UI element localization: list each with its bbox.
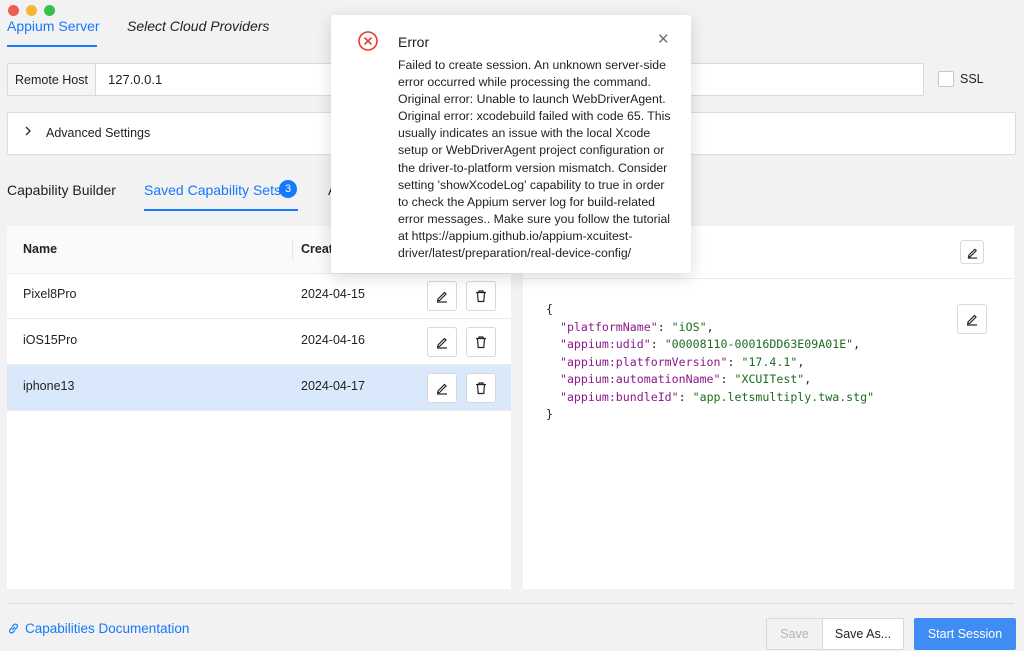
column-divider xyxy=(292,240,293,260)
remote-host-input[interactable]: 127.0.0.1 xyxy=(108,64,162,95)
json-value: "00008110-00016DD63E09A01E" xyxy=(664,337,854,351)
close-icon[interactable]: ✕ xyxy=(657,30,670,48)
window-close-button[interactable] xyxy=(8,5,19,16)
json-comma: , xyxy=(804,372,812,386)
row-name: iOS15Pro xyxy=(23,333,78,347)
tab-appium-server[interactable]: Appium Server xyxy=(7,18,100,34)
delete-icon xyxy=(476,336,486,349)
edit-icon xyxy=(436,337,447,349)
save-button[interactable]: Save xyxy=(766,618,823,650)
ssl-checkbox[interactable] xyxy=(938,71,954,87)
row-created: 2024-04-16 xyxy=(301,333,365,347)
capability-json: { "platformName": "iOS", "appium:udid": … xyxy=(546,302,875,421)
save-as-button[interactable]: Save As... xyxy=(822,618,904,650)
row-created: 2024-04-15 xyxy=(301,287,365,301)
edit-icon xyxy=(436,383,447,395)
edit-button[interactable] xyxy=(427,281,457,311)
json-key: "appium:automationName" xyxy=(559,372,721,386)
row-name: iphone13 xyxy=(23,379,75,393)
start-session-button[interactable]: Start Session xyxy=(914,618,1016,650)
json-key: "appium:bundleId" xyxy=(559,389,679,404)
delete-button[interactable] xyxy=(466,373,496,403)
json-value: "iOS" xyxy=(671,319,707,334)
delete-icon xyxy=(476,382,486,395)
remote-host-label: Remote Host xyxy=(8,64,96,95)
edit-icon xyxy=(967,247,977,259)
json-value: "XCUITest" xyxy=(734,372,805,386)
delete-button[interactable] xyxy=(466,281,496,311)
edit-json-button[interactable] xyxy=(957,304,987,334)
footer-divider xyxy=(7,603,1014,604)
row-name: Pixel8Pro xyxy=(23,287,77,301)
json-value: "17.4.1" xyxy=(741,354,798,369)
json-value: "app.letsmultiply.twa.stg" xyxy=(692,389,875,404)
delete-icon xyxy=(476,290,486,303)
advanced-settings-label: Advanced Settings xyxy=(46,126,151,140)
json-comma: , xyxy=(853,337,861,351)
table-row[interactable]: iOS15Pro 2024-04-16 xyxy=(7,319,511,365)
chevron-right-icon xyxy=(24,125,32,139)
json-open-brace: { xyxy=(546,302,553,316)
error-dialog-message: Failed to create session. An unknown ser… xyxy=(398,58,671,261)
error-dialog-title: Error xyxy=(398,34,430,50)
edit-name-button[interactable] xyxy=(960,240,984,264)
tab-saved-capability-sets[interactable]: Saved Capability Sets xyxy=(144,182,281,198)
delete-button[interactable] xyxy=(466,327,496,357)
capabilities-docs-label: Capabilities Documentation xyxy=(25,621,190,636)
window-minimize-button[interactable] xyxy=(26,5,37,16)
capabilities-docs-link[interactable]: Capabilities Documentation xyxy=(7,621,189,636)
error-circle-icon xyxy=(358,31,378,51)
edit-button[interactable] xyxy=(427,373,457,403)
active-cap-tab-indicator xyxy=(144,209,298,211)
json-key: "appium:udid" xyxy=(559,337,651,351)
column-header-name: Name xyxy=(23,242,58,256)
row-created: 2024-04-17 xyxy=(301,379,365,393)
tab-select-cloud-providers[interactable]: Select Cloud Providers xyxy=(127,18,269,34)
active-tab-indicator xyxy=(7,45,97,47)
link-icon xyxy=(9,623,18,634)
window-zoom-button[interactable] xyxy=(44,5,55,16)
edit-button[interactable] xyxy=(427,327,457,357)
column-header-created: Creat xyxy=(301,242,333,256)
json-key: "appium:platformVersion" xyxy=(559,354,728,369)
json-close-brace: } xyxy=(546,407,553,421)
json-comma: , xyxy=(797,354,805,369)
saved-sets-table: Name Creat Pixel8Pro 2024-04-15 iOS15Pro… xyxy=(7,226,511,589)
table-row-selected[interactable]: iphone13 2024-04-17 xyxy=(7,365,511,411)
json-key: "platformName" xyxy=(559,319,658,334)
edit-icon xyxy=(966,314,977,326)
json-comma: , xyxy=(706,319,714,334)
tab-capability-builder[interactable]: Capability Builder xyxy=(7,182,116,198)
ssl-label: SSL xyxy=(960,72,984,86)
edit-icon xyxy=(436,291,447,303)
table-row[interactable]: Pixel8Pro 2024-04-15 xyxy=(7,273,511,319)
error-dialog: Error ✕ Failed to create session. An unk… xyxy=(331,15,691,273)
saved-count-badge: 3 xyxy=(279,180,297,198)
